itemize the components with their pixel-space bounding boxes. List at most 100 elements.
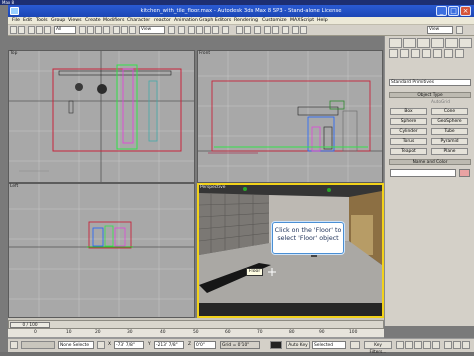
schematic-view-icon[interactable] bbox=[272, 26, 279, 34]
menu-character[interactable]: Character bbox=[127, 17, 150, 25]
material-editor-icon[interactable] bbox=[282, 26, 289, 34]
undo-icon[interactable] bbox=[10, 26, 17, 34]
auto-key-button[interactable]: Auto Key bbox=[286, 341, 310, 349]
angle-snap-icon[interactable] bbox=[196, 26, 203, 34]
time-slider[interactable]: 0 / 100 bbox=[10, 322, 50, 328]
menu-animation[interactable]: Animation bbox=[174, 17, 198, 25]
percent-snap-icon[interactable] bbox=[204, 26, 211, 34]
quick-render-icon[interactable] bbox=[300, 26, 307, 34]
create-tab-icon[interactable] bbox=[389, 38, 402, 48]
menu-group[interactable]: Group bbox=[51, 17, 65, 25]
y-coordinate-field[interactable]: -213' 7/8" bbox=[154, 341, 184, 349]
pan-icon[interactable] bbox=[453, 341, 461, 349]
link-icon[interactable] bbox=[28, 26, 35, 34]
rectangle-selection-icon[interactable] bbox=[95, 26, 102, 34]
lock-selection-icon[interactable] bbox=[97, 341, 105, 349]
previous-frame-icon[interactable] bbox=[405, 341, 413, 349]
set-key-mode-dropdown[interactable]: Selected bbox=[312, 341, 346, 349]
utilities-tab-icon[interactable] bbox=[459, 38, 472, 48]
menu-modifiers[interactable]: Modifiers bbox=[103, 17, 124, 25]
named-selection-sets-icon[interactable] bbox=[222, 26, 229, 34]
modify-tab-icon[interactable] bbox=[403, 38, 416, 48]
go-to-start-icon[interactable] bbox=[396, 341, 404, 349]
plane-button[interactable]: Plane bbox=[431, 148, 468, 155]
play-icon[interactable] bbox=[414, 341, 422, 349]
redo-icon[interactable] bbox=[18, 26, 25, 34]
rotate-icon[interactable] bbox=[121, 26, 128, 34]
menu-views[interactable]: Views bbox=[68, 17, 82, 25]
name-and-color-rollout[interactable]: Name and Color bbox=[389, 159, 471, 165]
box-button[interactable]: Box bbox=[390, 108, 427, 115]
category-dropdown[interactable]: Standard Primitives bbox=[389, 79, 471, 86]
frame-ruler[interactable]: 0 10 20 30 40 50 60 70 80 90 100 bbox=[8, 329, 384, 338]
torus-button[interactable]: Torus bbox=[390, 138, 427, 145]
reference-coordinate-dropdown[interactable]: View bbox=[139, 26, 165, 34]
set-key-icon[interactable] bbox=[350, 341, 360, 349]
teapot-button[interactable]: Teapot bbox=[390, 148, 427, 155]
align-icon[interactable] bbox=[244, 26, 251, 34]
helpers-icon[interactable] bbox=[433, 49, 442, 58]
menu-help[interactable]: Help bbox=[317, 17, 328, 25]
maximize-button[interactable]: □ bbox=[448, 6, 459, 16]
object-type-rollout[interactable]: Object Type bbox=[389, 92, 471, 98]
key-filters-button[interactable]: Key Filters... bbox=[364, 341, 392, 355]
menu-maxscript[interactable]: MAXScript bbox=[290, 17, 314, 25]
bind-space-warp-icon[interactable] bbox=[44, 26, 51, 34]
menu-edit[interactable]: Edit bbox=[23, 17, 32, 25]
render-scene-icon[interactable] bbox=[292, 26, 299, 34]
lights-icon[interactable] bbox=[411, 49, 420, 58]
tube-button[interactable]: Tube bbox=[431, 128, 468, 135]
menu-customize[interactable]: Customize bbox=[262, 17, 287, 25]
object-name-field[interactable] bbox=[390, 169, 456, 177]
viewport-front[interactable]: Front bbox=[197, 50, 383, 183]
menu-reactor[interactable]: reactor bbox=[154, 17, 171, 25]
object-color-swatch[interactable] bbox=[459, 169, 470, 177]
menu-tools[interactable]: Tools bbox=[36, 17, 48, 25]
maxscript-listener-icon[interactable] bbox=[10, 341, 18, 349]
menu-graph-editors[interactable]: Graph Editors bbox=[199, 17, 231, 25]
render-type-dropdown[interactable]: View bbox=[427, 26, 453, 34]
geosphere-button[interactable]: GeoSphere bbox=[431, 118, 468, 125]
window-crossing-icon[interactable] bbox=[103, 26, 110, 34]
curve-editor-icon[interactable] bbox=[264, 26, 271, 34]
menu-create[interactable]: Create bbox=[85, 17, 101, 25]
systems-icon[interactable] bbox=[455, 49, 464, 58]
autogrid-checkbox[interactable]: AutoGrid bbox=[431, 100, 471, 106]
x-coordinate-field[interactable]: -73' 7/8" bbox=[114, 341, 144, 349]
pivot-center-icon[interactable] bbox=[168, 26, 175, 34]
minimize-button[interactable]: _ bbox=[436, 6, 447, 16]
scale-icon[interactable] bbox=[129, 26, 136, 34]
select-object-icon[interactable] bbox=[79, 26, 86, 34]
shapes-icon[interactable] bbox=[400, 49, 409, 58]
viewport-label-perspective[interactable]: Perspective bbox=[200, 185, 225, 190]
mirror-icon[interactable] bbox=[236, 26, 243, 34]
viewport-left[interactable]: Left bbox=[8, 183, 195, 318]
pyramid-button[interactable]: Pyramid bbox=[431, 138, 468, 145]
close-button[interactable]: × bbox=[460, 6, 471, 16]
time-slider-track[interactable]: 0 / 100 bbox=[8, 320, 384, 329]
zoom-icon[interactable] bbox=[444, 341, 452, 349]
cone-button[interactable]: Cone bbox=[431, 108, 468, 115]
layer-manager-icon[interactable] bbox=[254, 26, 261, 34]
next-frame-icon[interactable] bbox=[423, 341, 431, 349]
menu-file[interactable]: File bbox=[12, 17, 20, 25]
render-last-icon[interactable] bbox=[456, 26, 463, 34]
menu-rendering[interactable]: Rendering bbox=[234, 17, 258, 25]
spinner-snap-icon[interactable] bbox=[212, 26, 219, 34]
snaps-toggle-icon[interactable] bbox=[188, 26, 195, 34]
motion-tab-icon[interactable] bbox=[431, 38, 444, 48]
key-icon[interactable] bbox=[270, 341, 282, 349]
display-tab-icon[interactable] bbox=[445, 38, 458, 48]
geometry-icon[interactable] bbox=[389, 49, 398, 58]
unlink-icon[interactable] bbox=[36, 26, 43, 34]
move-icon[interactable] bbox=[113, 26, 120, 34]
cameras-icon[interactable] bbox=[422, 49, 431, 58]
select-and-manipulate-icon[interactable] bbox=[178, 26, 185, 34]
z-coordinate-field[interactable]: 0'0" bbox=[194, 341, 216, 349]
select-by-name-icon[interactable] bbox=[87, 26, 94, 34]
selection-filter-dropdown[interactable]: All bbox=[54, 26, 76, 34]
sphere-button[interactable]: Sphere bbox=[390, 118, 427, 125]
hierarchy-tab-icon[interactable] bbox=[417, 38, 430, 48]
cylinder-button[interactable]: Cylinder bbox=[390, 128, 427, 135]
viewport-top[interactable]: Top bbox=[8, 50, 195, 183]
